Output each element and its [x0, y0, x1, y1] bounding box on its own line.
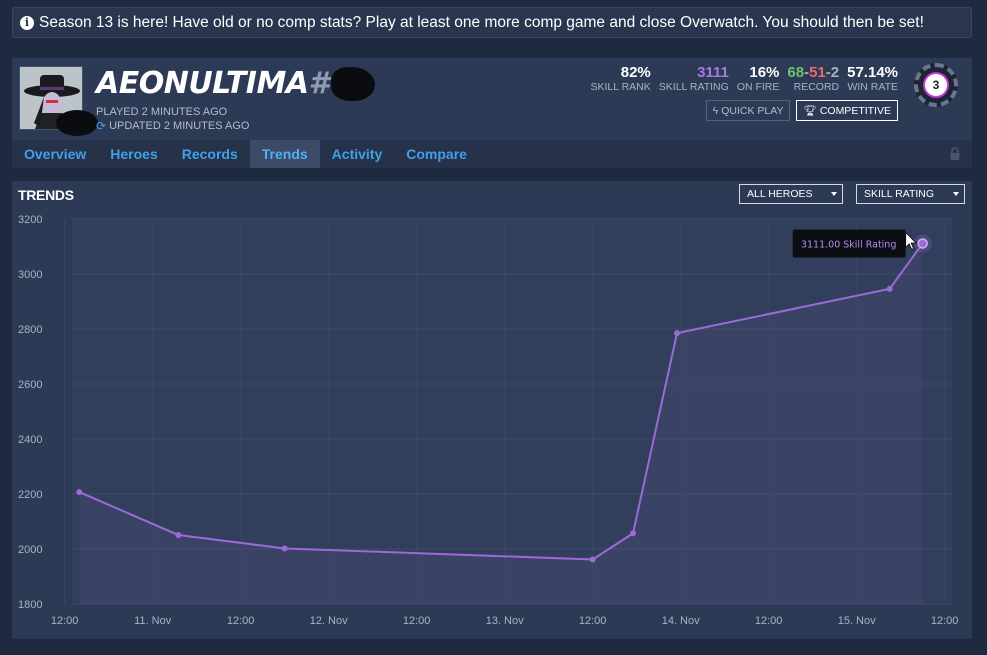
trends-chart: 1800 2000 2200 2400 2600 2800 3000 3200 12:00 11.…: [18, 214, 959, 627]
tab-records[interactable]: Records: [170, 140, 250, 168]
metric-filter-value: SKILL RATING: [864, 188, 935, 200]
y-tick-label: 3000: [18, 269, 42, 281]
y-tick-label: 2800: [18, 324, 42, 336]
record-label: RECORD: [793, 81, 840, 93]
mode-switch: ϟ QUICK PLAY 🏆︎ COMPETITIVE: [705, 100, 898, 121]
stat-skill-rating: 3111 SKILL RATING: [659, 64, 729, 94]
chevron-down-icon: [953, 192, 959, 196]
on-fire-value: 16%: [749, 64, 780, 81]
refresh-icon[interactable]: ⟳: [96, 119, 106, 133]
x-tick-label: 12. Nov: [310, 615, 348, 627]
tooltip-text: 3111.00 Skill Rating: [801, 239, 896, 250]
y-tick-label: 3200: [18, 214, 42, 226]
data-point: [76, 489, 83, 496]
record-losses: 51: [809, 64, 826, 81]
quick-play-button[interactable]: ϟ QUICK PLAY: [705, 100, 791, 121]
stat-win-rate: 57.14% WIN RATE: [847, 64, 898, 94]
last-updated-text: UPDATED 2 MINUTES AGO: [109, 120, 250, 132]
trophy-icon: 🏆︎: [803, 105, 817, 117]
x-tick-label: 12:00: [931, 615, 959, 627]
y-tick-label: 2600: [18, 379, 42, 391]
player-name: AEONULTIMA#: [96, 66, 375, 101]
skill-rank-label: SKILL RANK: [590, 81, 651, 93]
x-tick-label: 12:00: [51, 615, 79, 627]
trends-title: TRENDS: [18, 187, 74, 203]
tab-activity[interactable]: Activity: [320, 140, 395, 168]
tab-heroes[interactable]: Heroes: [98, 140, 169, 168]
skill-rank-value: 82%: [620, 64, 651, 81]
record-wins: 68: [787, 64, 805, 81]
competitive-label: COMPETITIVE: [819, 104, 891, 117]
x-tick-label: 12:00: [227, 615, 255, 627]
data-point-highlighted: [917, 238, 928, 249]
last-played: PLAYED 2 MINUTES AGO: [96, 106, 228, 118]
redaction-mark: [56, 110, 98, 136]
battletag-redaction: [330, 67, 375, 101]
win-rate-value: 57.14%: [847, 64, 898, 81]
last-updated: ⟳ UPDATED 2 MINUTES AGO: [96, 119, 249, 133]
x-tick-label: 15. Nov: [838, 615, 876, 627]
x-tick-label: 12:00: [755, 615, 783, 627]
trends-panel: 1800 2000 2200 2400 2600 2800 3000 3200 12:00 11.…: [12, 181, 972, 639]
data-point: [281, 545, 288, 552]
stat-skill-rank: 82% SKILL RANK: [590, 64, 650, 94]
announcement-text: Season 13 is here! Have old or no comp s…: [39, 13, 924, 31]
competitive-button[interactable]: 🏆︎ COMPETITIVE: [796, 100, 898, 121]
data-point: [589, 556, 596, 563]
tab-compare[interactable]: Compare: [394, 140, 479, 168]
player-name-text: AEONULTIMA: [96, 66, 309, 101]
chevron-down-icon: [831, 192, 837, 196]
y-tick-label: 1800: [18, 599, 42, 611]
tab-trends[interactable]: Trends: [249, 140, 320, 168]
x-tick-label: 12:00: [403, 615, 431, 627]
profile-header: AEONULTIMA# PLAYED 2 MINUTES AGO ⟳ UPDAT…: [12, 58, 972, 168]
hero-filter-select[interactable]: ALL HEROES: [739, 184, 843, 204]
stats-summary: 82% SKILL RANK 3111 SKILL RATING 16% ON …: [590, 64, 898, 94]
y-tick-label: 2200: [18, 489, 42, 501]
record-draws: 2: [830, 64, 840, 81]
stat-record: 68-51-2 RECORD: [787, 64, 839, 94]
y-tick-label: 2400: [18, 434, 42, 446]
record-value: 68-51-2: [787, 64, 839, 81]
lock-icon: [950, 147, 960, 160]
stat-on-fire: 16% ON FIRE: [737, 64, 780, 94]
quick-play-label: QUICK PLAY: [721, 104, 784, 117]
win-rate-label: WIN RATE: [847, 81, 898, 93]
tab-overview[interactable]: Overview: [12, 140, 98, 168]
data-point: [886, 285, 893, 292]
x-tick-label: 13. Nov: [486, 615, 524, 627]
rank-badge: 3: [914, 63, 958, 107]
profile-tabs: Overview Heroes Records Trends Activity Compa…: [12, 140, 972, 168]
battletag-hash: #: [308, 66, 330, 101]
skill-rating-label: SKILL RATING: [658, 81, 729, 93]
x-tick-label: 11. Nov: [134, 615, 172, 627]
skill-rating-value: 3111: [697, 64, 729, 81]
hero-filter-value: ALL HEROES: [747, 188, 813, 200]
data-point: [674, 330, 680, 337]
x-tick-label: 14. Nov: [662, 615, 700, 627]
data-point: [630, 530, 636, 537]
announcement-bar: i Season 13 is here! Have old or no comp…: [12, 7, 972, 38]
lightning-icon: ϟ: [712, 104, 719, 117]
x-tick-label: 12:00: [579, 615, 607, 627]
data-point: [175, 531, 182, 538]
info-icon: i: [20, 15, 34, 30]
metric-filter-select[interactable]: SKILL RATING: [856, 184, 965, 204]
rank-badge-number: 3: [923, 72, 949, 98]
on-fire-label: ON FIRE: [736, 81, 780, 93]
y-tick-label: 2000: [18, 544, 42, 556]
